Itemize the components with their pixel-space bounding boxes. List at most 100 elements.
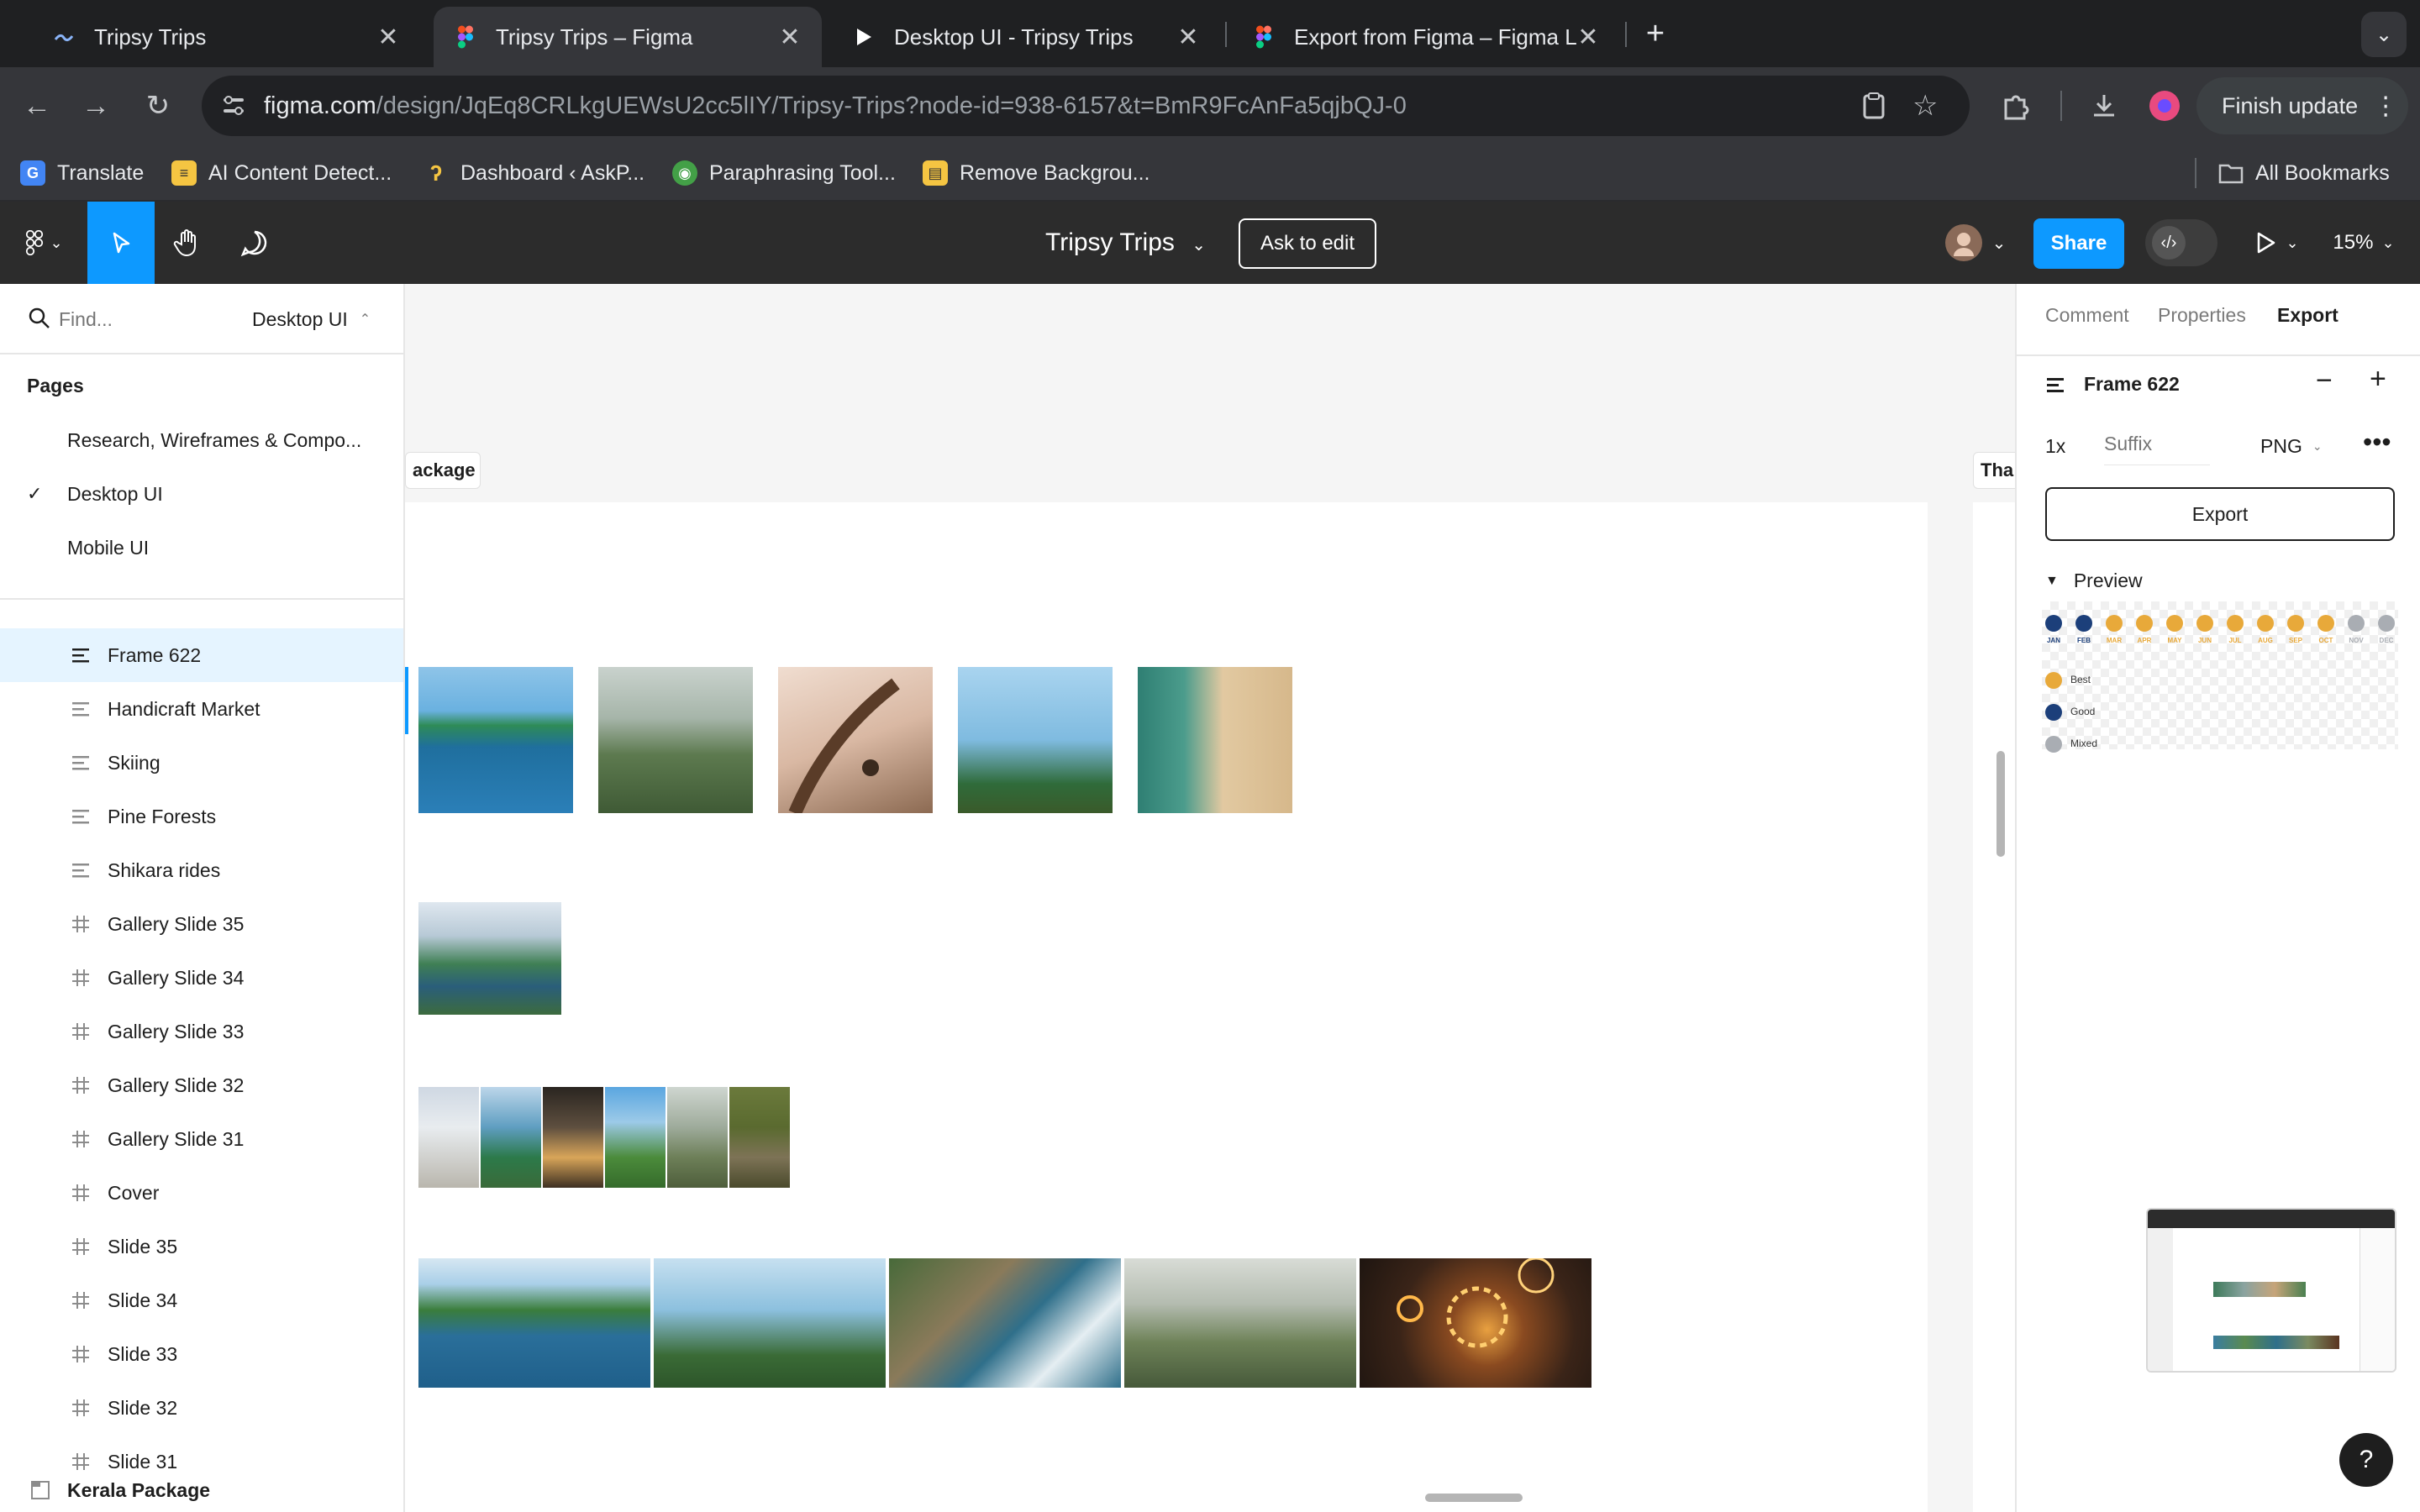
dev-mode-toggle[interactable]: ‹/› — [2144, 202, 2218, 284]
tab-export-from-figma[interactable]: Export from Figma – Figma Le ✕ — [1232, 7, 1620, 67]
vertical-scrollbar[interactable] — [1996, 751, 2005, 857]
document-title[interactable]: Tripsy Trips ⌄ — [1045, 202, 1206, 284]
bookmark-ai-content-detect[interactable]: ≡ AI Content Detect... — [171, 144, 392, 202]
comment-tool-button[interactable] — [234, 202, 276, 284]
section-kerala-package[interactable]: Kerala Package — [0, 1463, 403, 1512]
layer-row[interactable]: Handicraft Market — [0, 682, 403, 736]
tab-close-icon[interactable]: ✕ — [1576, 23, 1600, 52]
format-select[interactable]: PNG ⌄ — [2260, 435, 2323, 458]
tab-close-icon[interactable]: ✕ — [376, 23, 400, 52]
photo-temple-silhouette[interactable] — [543, 1087, 603, 1188]
tab-export[interactable]: Export — [2277, 304, 2338, 327]
page-item-research[interactable]: Research, Wireframes & Compo... — [0, 413, 403, 467]
photo-stupa[interactable] — [418, 1087, 479, 1188]
share-button[interactable]: Share — [2033, 218, 2124, 269]
frame-next[interactable] — [1973, 502, 2015, 1512]
photo-lagoon[interactable] — [481, 1087, 541, 1188]
photo-aerial-beach[interactable] — [1138, 667, 1292, 813]
layer-row[interactable]: Gallery Slide 34 — [0, 951, 403, 1005]
tab-desktop-ui[interactable]: Desktop UI - Tripsy Trips ✕ — [832, 7, 1220, 67]
canvas[interactable]: ackage Tha — [405, 284, 2015, 1512]
find-input[interactable] — [59, 301, 218, 338]
bookmark-paraphrasing-tool[interactable]: ◉ Paraphrasing Tool... — [672, 144, 896, 202]
download-icon[interactable] — [2082, 84, 2126, 128]
site-settings-icon[interactable] — [218, 91, 249, 121]
new-tab-plus-icon[interactable]: + — [1639, 13, 1672, 54]
bookmark-dashboard[interactable]: ʔ Dashboard ‹ AskP... — [424, 144, 644, 202]
selected-layer-name: Frame 622 — [2084, 373, 2180, 395]
more-vertical-icon[interactable]: ⋮ — [2373, 92, 2398, 121]
layer-row[interactable]: Skiing — [0, 736, 403, 790]
layer-row[interactable]: Slide 34 — [0, 1273, 403, 1327]
preview-toggle[interactable]: ▼ Preview — [2045, 570, 2143, 592]
add-export-plus-icon[interactable]: + — [2370, 363, 2386, 396]
back-arrow-icon[interactable]: ← — [15, 84, 59, 128]
tab-tripsy-trips[interactable]: Tripsy Trips ✕ — [32, 7, 420, 67]
photo-swing[interactable] — [778, 667, 933, 813]
layer-row[interactable]: Gallery Slide 33 — [0, 1005, 403, 1058]
zoom-menu[interactable]: 15% ⌄ — [2324, 202, 2403, 284]
auto-layout-icon — [71, 645, 91, 665]
photo-aerial-cove[interactable] — [889, 1258, 1121, 1388]
layer-row[interactable]: Shikara rides — [0, 843, 403, 897]
profile-avatar[interactable] — [2143, 84, 2186, 128]
horizontal-scrollbar[interactable] — [1425, 1494, 1523, 1502]
photo-bridge-hills[interactable] — [1124, 1258, 1356, 1388]
layer-row[interactable]: Slide 35 — [0, 1220, 403, 1273]
help-button[interactable]: ? — [2339, 1433, 2393, 1487]
layer-row[interactable]: Frame 622 — [0, 628, 403, 682]
present-button[interactable]: ⌄ — [2247, 202, 2306, 284]
page-item-desktop-ui[interactable]: ✓ Desktop UI — [0, 467, 403, 521]
legend-swatch-mixed — [2045, 736, 2062, 753]
tab-tripsy-trips-figma[interactable]: Tripsy Trips – Figma ✕ — [434, 7, 822, 67]
tab-search-chevron-icon[interactable]: ⌄ — [2361, 12, 2407, 57]
folder-icon — [2218, 160, 2244, 186]
export-settings-more-icon[interactable]: ••• — [2363, 427, 2391, 458]
frame-label-left[interactable]: ackage — [405, 452, 481, 489]
finish-update-button[interactable]: Finish update ⋮ — [2196, 77, 2408, 134]
layer-row[interactable]: Pine Forests — [0, 790, 403, 843]
layer-row[interactable]: Cover — [0, 1166, 403, 1220]
photo-misty-bridge[interactable] — [667, 1087, 728, 1188]
bookmark-remove-background[interactable]: ▤ Remove Backgrou... — [923, 144, 1150, 202]
all-bookmarks-button[interactable]: All Bookmarks — [2218, 144, 2390, 202]
bookmark-translate[interactable]: G Translate — [20, 144, 144, 202]
tab-close-icon[interactable]: ✕ — [778, 23, 802, 52]
tab-close-icon[interactable]: ✕ — [1176, 23, 1200, 52]
page-item-mobile-ui[interactable]: Mobile UI — [0, 521, 403, 575]
photo-beach-resort[interactable] — [418, 667, 573, 813]
address-bar[interactable]: figma.com/design/JqEq8CRLkgUEWsU2cc5lIY/… — [202, 76, 1970, 136]
move-tool-button[interactable] — [87, 202, 155, 284]
export-button[interactable]: Export — [2045, 487, 2395, 541]
hand-tool-button[interactable] — [166, 202, 208, 284]
export-scale[interactable]: 1x — [2045, 435, 2065, 458]
extensions-icon[interactable] — [1993, 84, 2037, 128]
photo-kandy-lake[interactable] — [418, 902, 561, 1015]
layer-row[interactable]: Gallery Slide 31 — [0, 1112, 403, 1166]
main-menu-figma-icon[interactable]: ⌄ — [18, 202, 69, 284]
layer-row[interactable]: Gallery Slide 35 — [0, 897, 403, 951]
photo-sigiriya-rock[interactable] — [605, 1087, 666, 1188]
frame-label-right[interactable]: Tha — [1973, 452, 2015, 489]
minimap-thumbnail[interactable] — [2146, 1208, 2396, 1373]
photo-fire-dancers[interactable] — [1360, 1258, 1591, 1388]
tab-properties[interactable]: Properties — [2158, 304, 2246, 327]
remove-export-minus-icon[interactable]: − — [2316, 365, 2333, 397]
tab-comment[interactable]: Comment — [2045, 304, 2129, 327]
layer-row[interactable]: Gallery Slide 32 — [0, 1058, 403, 1112]
user-avatar-menu[interactable]: ⌄ — [1934, 202, 2015, 284]
photo-palm-hill[interactable] — [958, 667, 1113, 813]
suffix-input[interactable] — [2104, 423, 2210, 465]
clipboard-icon[interactable] — [1859, 91, 1889, 121]
photo-nine-arch-bridge[interactable] — [598, 667, 753, 813]
layer-row[interactable]: Slide 32 — [0, 1381, 403, 1435]
bookmark-star-icon[interactable]: ☆ — [1912, 89, 1943, 122]
photo-coastline[interactable] — [418, 1258, 650, 1388]
layer-row[interactable]: Slide 33 — [0, 1327, 403, 1381]
reload-icon[interactable]: ↻ — [136, 84, 180, 128]
forward-arrow-icon[interactable]: → — [74, 84, 118, 128]
ask-to-edit-button[interactable]: Ask to edit — [1239, 218, 1376, 269]
photo-elephants[interactable] — [729, 1087, 790, 1188]
page-switcher[interactable]: Desktop UI ⌃ — [252, 284, 371, 354]
photo-palm-grove[interactable] — [654, 1258, 886, 1388]
